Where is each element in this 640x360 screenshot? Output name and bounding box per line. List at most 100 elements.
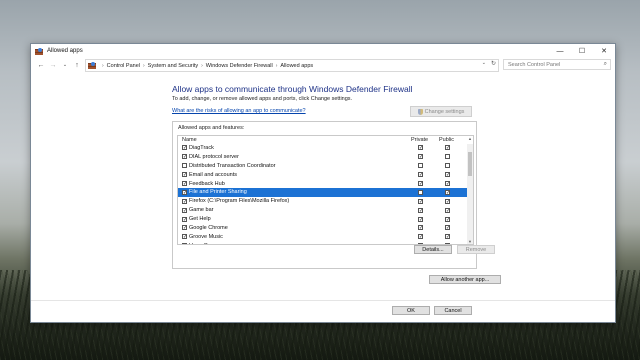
back-arrow-icon[interactable]: ←: [35, 59, 47, 71]
public-checkbox[interactable]: ✓: [445, 207, 450, 213]
app-name: Google Chrome: [189, 225, 228, 232]
change-settings-label: Change settings: [424, 108, 465, 115]
app-name: Firefox (C:\Program Files\Mozilla Firefo…: [189, 198, 290, 205]
app-enabled-checkbox[interactable]: ✓: [182, 145, 187, 151]
private-checkbox[interactable]: ✓: [418, 172, 423, 178]
private-checkbox[interactable]: ✓: [418, 180, 423, 186]
app-enabled-checkbox[interactable]: ✓: [182, 180, 187, 186]
app-enabled-checkbox[interactable]: ✓: [182, 234, 187, 240]
allow-another-app-button[interactable]: Allow another app...: [429, 275, 501, 284]
breadcrumb-separator-icon: ›: [143, 62, 145, 69]
breadcrumb-separator-icon: ›: [201, 62, 203, 69]
scrollbar-thumb[interactable]: [468, 152, 472, 176]
private-checkbox[interactable]: ✓: [418, 198, 423, 204]
cancel-button[interactable]: Cancel: [434, 306, 472, 315]
private-checkbox[interactable]: ✓: [418, 225, 423, 231]
up-arrow-icon[interactable]: ↑: [71, 59, 83, 71]
remove-button[interactable]: Remove: [457, 245, 495, 254]
app-enabled-checkbox[interactable]: ✓: [182, 189, 187, 195]
scroll-up-arrow-icon[interactable]: ▲: [467, 136, 473, 144]
minimize-button[interactable]: —: [549, 44, 571, 58]
app-name: Feedback Hub: [189, 180, 225, 187]
list-item[interactable]: Distributed Transaction Coordinator: [178, 162, 473, 171]
breadcrumb[interactable]: › Control Panel › System and Security › …: [85, 59, 499, 72]
maximize-button[interactable]: ☐: [571, 44, 593, 58]
app-enabled-checkbox[interactable]: ✓: [182, 225, 187, 231]
apps-list[interactable]: Name Private Public ▲ ✓ DiagTrack ✓ ✓ ✓ DIAL …: [177, 135, 474, 245]
address-bar: ← → ⌄ ↑ › Control Panel › System and Sec…: [31, 58, 615, 72]
search-placeholder: Search Control Panel: [508, 61, 561, 68]
public-checkbox[interactable]: ✓: [445, 189, 450, 195]
window-title: Allowed apps: [47, 48, 83, 54]
forward-arrow-icon[interactable]: →: [47, 59, 59, 71]
app-enabled-checkbox[interactable]: [182, 163, 187, 169]
list-item[interactable]: ✓ Email and accounts ✓ ✓: [178, 171, 473, 180]
column-header-public[interactable]: Public: [439, 137, 454, 143]
list-item[interactable]: ✓ Get Help ✓ ✓: [178, 215, 473, 224]
private-checkbox[interactable]: [418, 189, 423, 195]
list-item[interactable]: ✓ Firefox (C:\Program Files\Mozilla Firef…: [178, 197, 473, 206]
public-checkbox[interactable]: ✓: [445, 225, 450, 231]
public-checkbox[interactable]: ✓: [445, 172, 450, 178]
public-checkbox[interactable]: ✓: [445, 216, 450, 222]
private-checkbox[interactable]: [418, 163, 423, 169]
public-checkbox[interactable]: [445, 163, 450, 169]
app-enabled-checkbox[interactable]: ✓: [182, 172, 187, 178]
breadcrumb-firewall[interactable]: Windows Defender Firewall: [206, 63, 273, 69]
private-checkbox[interactable]: ✓: [418, 216, 423, 222]
breadcrumb-control-panel[interactable]: Control Panel: [107, 63, 140, 69]
breadcrumb-allowed-apps[interactable]: Allowed apps: [280, 63, 313, 69]
app-enabled-checkbox[interactable]: ✓: [182, 216, 187, 222]
public-checkbox[interactable]: ✓: [445, 198, 450, 204]
app-enabled-checkbox[interactable]: [182, 243, 187, 244]
close-button[interactable]: ✕: [593, 44, 615, 58]
main-content: Allow apps to communicate through Window…: [31, 72, 615, 292]
list-item[interactable]: ✓ Groove Music ✓ ✓: [178, 233, 473, 242]
app-enabled-checkbox[interactable]: ✓: [182, 154, 187, 160]
public-checkbox[interactable]: ✓: [445, 180, 450, 186]
breadcrumb-separator-icon: ›: [275, 62, 278, 69]
list-item[interactable]: ✓ DiagTrack ✓ ✓: [178, 144, 473, 153]
list-item[interactable]: ✓ DIAL protocol server ✓: [178, 153, 473, 162]
footer-divider: [31, 300, 615, 301]
public-checkbox[interactable]: ✓: [445, 234, 450, 240]
app-name: DIAL protocol server: [189, 153, 239, 160]
risks-link[interactable]: What are the risks of allowing an app to…: [172, 108, 306, 114]
change-settings-button[interactable]: Change settings: [410, 106, 472, 117]
private-checkbox[interactable]: ✓: [418, 154, 423, 160]
scroll-down-arrow-icon[interactable]: ▼: [467, 239, 473, 244]
breadcrumb-system-security[interactable]: System and Security: [148, 63, 198, 69]
instructions-text: To add, change, or remove allowed apps a…: [172, 96, 353, 102]
ok-button[interactable]: OK: [392, 306, 430, 315]
list-item[interactable]: ✓ File and Printer Sharing ✓: [178, 188, 473, 198]
app-name: Get Help: [189, 216, 211, 223]
public-checkbox[interactable]: [445, 154, 450, 160]
list-item[interactable]: ✓ Game bar ✓ ✓: [178, 206, 473, 215]
title-bar[interactable]: Allowed apps — ☐ ✕: [31, 44, 615, 58]
private-checkbox[interactable]: ✓: [418, 234, 423, 240]
private-checkbox[interactable]: ✓: [418, 207, 423, 213]
app-name: File and Printer Sharing: [189, 189, 247, 196]
list-item[interactable]: ✓ Google Chrome ✓ ✓: [178, 224, 473, 233]
uac-shield-icon: [417, 108, 423, 115]
app-name: Distributed Transaction Coordinator: [189, 162, 276, 169]
refresh-icon[interactable]: ↻: [491, 60, 496, 67]
column-header-name[interactable]: Name: [182, 137, 197, 143]
public-checkbox[interactable]: ✓: [445, 145, 450, 151]
list-item[interactable]: ✓ Feedback Hub ✓ ✓: [178, 180, 473, 189]
allowed-apps-window: Allowed apps — ☐ ✕ ← → ⌄ ↑ › Control Pan…: [30, 43, 616, 323]
app-name: DiagTrack: [189, 145, 214, 151]
app-name: Groove Music: [189, 233, 223, 240]
vertical-scrollbar[interactable]: ▼: [467, 144, 473, 244]
column-header-private[interactable]: Private: [411, 137, 428, 143]
app-enabled-checkbox[interactable]: ✓: [182, 198, 187, 204]
list-header: Name Private Public ▲: [178, 136, 473, 144]
search-input[interactable]: Search Control Panel ⌕: [503, 59, 611, 70]
private-checkbox[interactable]: ✓: [418, 145, 423, 151]
app-enabled-checkbox[interactable]: ✓: [182, 207, 187, 213]
recent-locations-chevron-icon[interactable]: ⌄: [59, 59, 71, 71]
details-button[interactable]: Details...: [414, 245, 452, 254]
allowed-apps-group: Allowed apps and features: Name Private …: [172, 121, 495, 269]
control-panel-icon: [88, 62, 96, 69]
address-dropdown-chevron-icon[interactable]: ⌄: [482, 60, 486, 66]
